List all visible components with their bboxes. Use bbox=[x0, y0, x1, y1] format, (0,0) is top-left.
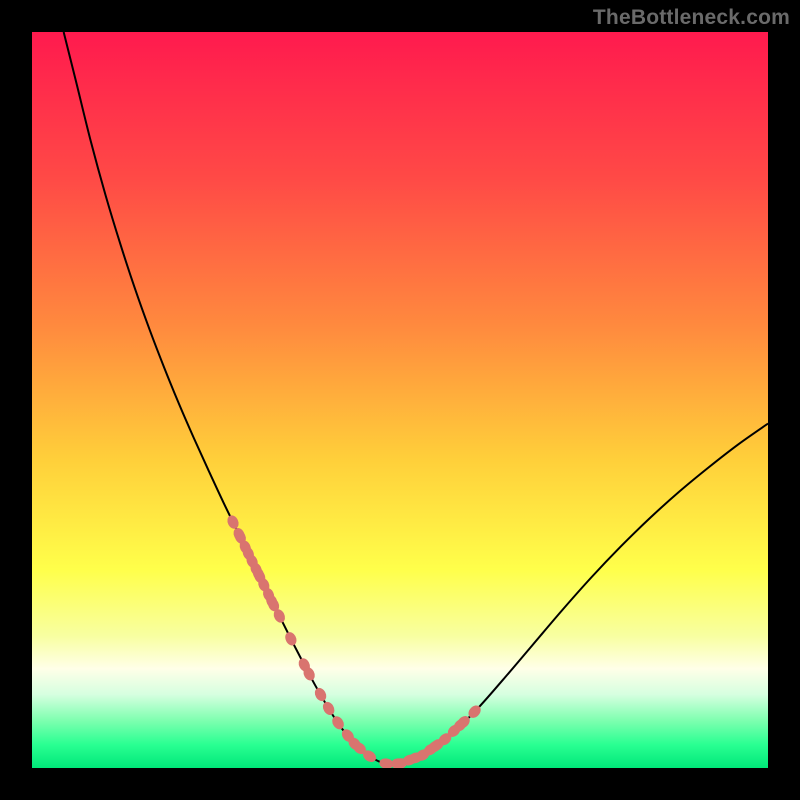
data-points-group bbox=[225, 514, 483, 768]
watermark-text: TheBottleneck.com bbox=[593, 6, 790, 30]
data-point bbox=[283, 630, 299, 647]
data-point bbox=[321, 700, 337, 717]
chart-frame: TheBottleneck.com bbox=[0, 0, 800, 800]
plot-area bbox=[32, 32, 768, 768]
bottleneck-curve bbox=[64, 32, 768, 765]
curve-layer bbox=[32, 32, 768, 768]
data-point bbox=[313, 686, 329, 703]
data-point bbox=[330, 714, 346, 731]
